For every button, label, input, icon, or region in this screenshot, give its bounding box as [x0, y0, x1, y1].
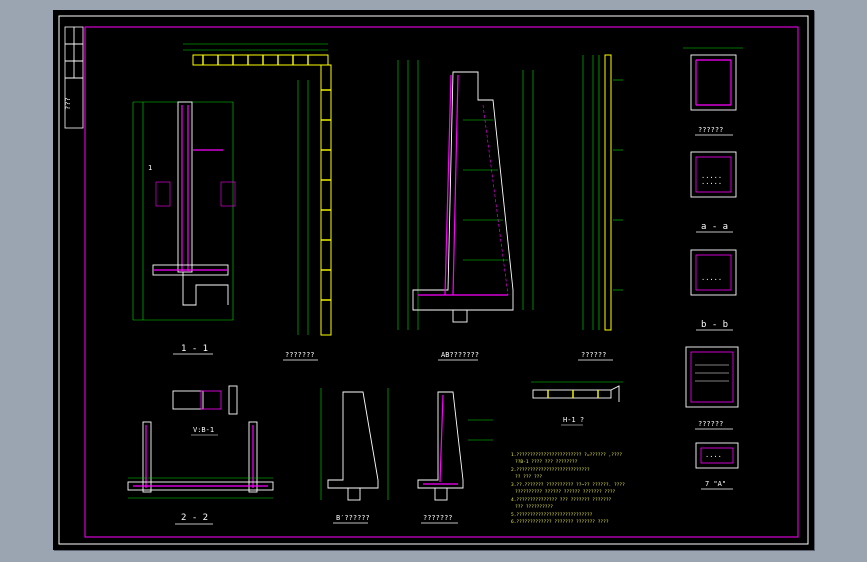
- detail-e-title: B′??????: [336, 514, 370, 522]
- title-block: ???: [64, 26, 84, 129]
- section-7-view: ···· 7 "A": [695, 442, 739, 490]
- rebar-detail-b-title: ??????: [581, 351, 606, 359]
- detail-f-title: ???????: [423, 514, 453, 522]
- note-line: 1.???????????????????????? ?=?????? ,???…: [511, 452, 622, 458]
- detail-e-view: B′??????: [320, 388, 389, 524]
- section-a-a-title: a - a: [701, 222, 728, 232]
- note-line: ??B-1 ???? ??? ????????: [515, 459, 578, 465]
- small-detail-title: V:B-1: [193, 426, 214, 434]
- note-line: 2.???????????????????????????: [511, 467, 590, 473]
- rebar-detail-a-title: ???????: [285, 351, 315, 359]
- detail-f-view: ???????: [417, 391, 493, 524]
- svg-text:·····: ·····: [701, 180, 722, 188]
- section-b-b-view: ····· b - b: [690, 249, 737, 331]
- detail-d-view: ??????: [685, 346, 739, 430]
- rebar-detail-a-view: ???????: [183, 43, 332, 361]
- section-7-title: 7 "A": [705, 480, 726, 488]
- rebar-detail-b-view: ??????: [578, 54, 623, 361]
- section-2-2-view: V:B-1 2 - 2: [127, 385, 274, 525]
- section-1-1-view: 1 1 - 1: [132, 101, 236, 355]
- note-line: 5.????????????????????????????: [511, 512, 593, 518]
- note-line: 6.????????????? ??????? ??????? ????: [511, 519, 609, 525]
- note-line: 4.??????????????? ??? ??????? ???????: [511, 497, 612, 503]
- svg-text:1: 1: [148, 164, 152, 172]
- titleblock-code: ???: [64, 97, 72, 110]
- notes-block: 1.???????????????????????? ?=?????? ,???…: [511, 452, 625, 525]
- section-a-a-view: ····· ····· a - a: [690, 151, 737, 233]
- note-line: ?? ??? ???: [515, 474, 542, 480]
- section-1-1-title: 1 - 1: [181, 344, 208, 354]
- detail-c-title: ??????: [698, 126, 723, 134]
- drawing-canvas[interactable]: ??? 1 1 - 1 ??????? AB??????? ?????? ???…: [53, 10, 814, 550]
- svg-text:·····: ·····: [701, 276, 722, 284]
- cad-drawing: ??? 1 1 - 1 ??????? AB??????? ?????? ???…: [58, 15, 809, 545]
- joint-detail-title: H-1 ?: [563, 416, 584, 424]
- joint-detail-view: H-1 ?: [531, 381, 623, 426]
- section-ab-view: AB???????: [397, 60, 534, 361]
- svg-text:····: ····: [705, 453, 722, 461]
- note-line: ?????????? ?????? ?????? ??????? ????: [515, 489, 616, 495]
- section-b-b-title: b - b: [701, 320, 728, 330]
- section-ab-title: AB???????: [441, 351, 479, 359]
- detail-c-view: ??????: [683, 47, 743, 136]
- note-line: ??? ??????????: [515, 504, 553, 510]
- section-2-2-title: 2 - 2: [181, 513, 208, 523]
- detail-d-title: ??????: [698, 420, 723, 428]
- note-line: 3.??.??????? ?????????? ??~?? ??????. ??…: [511, 482, 625, 488]
